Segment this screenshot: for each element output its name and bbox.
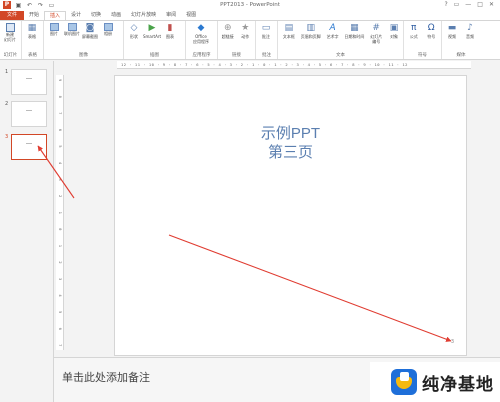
screenshot-icon: ◙ xyxy=(85,23,95,33)
group-comments: ▭ 批注 批注 xyxy=(256,21,278,59)
slide-thumbnail-1[interactable] xyxy=(11,69,47,95)
album-icon xyxy=(103,23,113,31)
tab-animations[interactable]: 动画 xyxy=(106,11,126,20)
action-icon: ★ xyxy=(241,23,250,33)
tab-review[interactable]: 审阅 xyxy=(161,11,181,20)
thumbnail-pane: 1 2 3 xyxy=(0,61,54,402)
slide-canvas[interactable]: 示例PPT 第三页 3 xyxy=(114,75,467,356)
vertical-ruler-scale: 9 8 7 6 5 4 3 2 1 0 1 2 3 4 5 6 7 8 9 xyxy=(58,79,63,386)
video-icon: ▬ xyxy=(447,23,457,33)
audio-icon: ♪ xyxy=(467,23,473,33)
tab-slideshow[interactable]: 幻灯片放映 xyxy=(126,11,161,20)
smartart-icon: ▶ xyxy=(148,23,156,33)
group-tables: ▦ 表格 表格 xyxy=(22,21,44,59)
group-links: ⊕ 超链接 ★ 动作 链接 xyxy=(218,21,256,59)
group-illustrations: ◇ 形状 ▶ SmartArt ▮ 图表 插图 xyxy=(124,21,186,59)
watermark-text: 纯净基地 xyxy=(422,374,494,395)
object-icon: ▣ xyxy=(389,23,399,33)
notes-placeholder: 单击此处添加备注 xyxy=(62,371,150,384)
slide-title-line-1: 示例PPT xyxy=(260,125,321,142)
window-title: PPT2013 - PowerPoint xyxy=(220,2,280,8)
ribbon: 新建 幻灯片 幻灯片 ▦ 表格 表格 图片 联机图片 ◙ 屏幕截图 相册 图像 … xyxy=(0,20,500,60)
ribbon-display-icon[interactable]: ▭ xyxy=(454,1,460,8)
horizontal-ruler: 12 · 11 · 10 · 9 · 8 · 7 · 6 · 5 · 4 · 3… xyxy=(117,61,471,69)
slide-number-3: 3 xyxy=(5,134,9,140)
tab-file[interactable]: 文件 xyxy=(0,11,24,20)
group-apps: ◆ Office 应用程序 应用程序 xyxy=(186,21,218,59)
symbol-icon: Ω xyxy=(427,23,435,33)
watermark-logo-icon xyxy=(391,369,417,395)
shapes-icon: ◇ xyxy=(130,23,138,33)
table-icon: ▦ xyxy=(27,23,37,33)
close-icon[interactable]: ✕ xyxy=(489,1,494,8)
slide-title-line-2: 第三页 xyxy=(267,144,313,161)
tab-view[interactable]: 视图 xyxy=(181,11,201,20)
header-footer-icon: ▥ xyxy=(306,23,315,33)
powerpoint-window: P ▣ ↶ ↷ ▭ PPT2013 - PowerPoint ? ▭ — □ ✕… xyxy=(0,0,500,402)
chart-icon: ▮ xyxy=(167,23,173,33)
group-images: 图片 联机图片 ◙ 屏幕截图 相册 图像 xyxy=(44,21,124,59)
watermark: 纯净基地 xyxy=(370,362,500,402)
tab-home[interactable]: 开始 xyxy=(24,11,44,20)
group-text: ▤ 文本框 ▥ 页眉和页脚 A 艺术字 ▦ 日期和时间 # 幻灯片 编号 ▣ 对… xyxy=(278,21,404,59)
group-symbols: π 公式 Ω 符号 符号 xyxy=(404,21,442,59)
title-bar: P ▣ ↶ ↷ ▭ PPT2013 - PowerPoint ? ▭ — □ ✕ xyxy=(0,0,500,10)
picture-icon xyxy=(49,23,59,31)
horizontal-ruler-scale: 12 · 11 · 10 · 9 · 8 · 7 · 6 · 5 · 4 · 3… xyxy=(121,62,408,67)
equation-icon: π xyxy=(411,23,417,33)
slide-number-1: 1 xyxy=(5,69,9,75)
tab-insert[interactable]: 插入 xyxy=(44,11,67,20)
new-slide-icon xyxy=(5,23,15,32)
slide-number-2: 2 xyxy=(5,101,9,107)
window-controls: ? ▭ — □ ✕ xyxy=(444,1,494,8)
vertical-ruler: 9 8 7 6 5 4 3 2 1 0 1 2 3 4 5 6 7 8 9 xyxy=(56,75,64,386)
online-picture-icon xyxy=(67,23,77,31)
slide-thumbnail-2[interactable] xyxy=(11,101,47,127)
group-slides: 新建 幻灯片 幻灯片 xyxy=(0,21,22,59)
ribbon-tabs: 文件 开始 插入 设计 切换 动画 幻灯片放映 审阅 视图 xyxy=(0,10,500,20)
group-media: ▬ 视频 ♪ 音频 媒体 xyxy=(442,21,480,59)
maximize-icon[interactable]: □ xyxy=(477,1,483,8)
office-apps-icon: ◆ xyxy=(197,23,205,33)
slide-number-icon: # xyxy=(372,23,380,33)
hyperlink-icon: ⊕ xyxy=(223,23,232,33)
wordart-icon: A xyxy=(329,23,336,33)
textbox-icon: ▤ xyxy=(284,23,294,33)
comment-icon: ▭ xyxy=(261,23,271,33)
slide-page-number[interactable]: 3 xyxy=(451,339,454,345)
slide-thumbnail-3[interactable] xyxy=(11,134,47,160)
help-icon[interactable]: ? xyxy=(444,1,447,8)
tab-transitions[interactable]: 切换 xyxy=(86,11,106,20)
minimize-icon[interactable]: — xyxy=(465,1,471,8)
tab-design[interactable]: 设计 xyxy=(66,11,86,20)
slide-title[interactable]: 示例PPT 第三页 xyxy=(115,124,466,162)
date-time-icon: ▦ xyxy=(350,23,359,33)
